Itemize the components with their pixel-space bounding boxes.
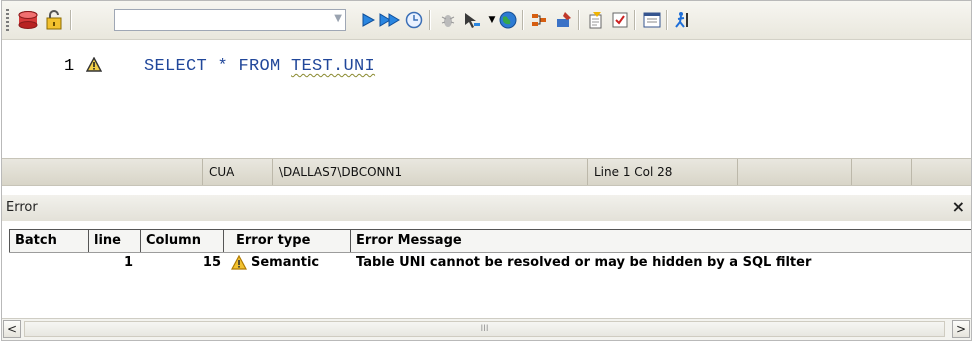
scroll-left-button[interactable]: < bbox=[3, 320, 21, 338]
tool-icon[interactable] bbox=[552, 8, 576, 32]
debug-icon[interactable] bbox=[436, 8, 460, 32]
table-row[interactable]: 1 15 Semantic Table UNI cannot be resolv… bbox=[9, 252, 971, 274]
database-icon[interactable] bbox=[16, 8, 40, 32]
horizontal-scrollbar[interactable]: < III > bbox=[2, 318, 971, 340]
error-token: TEST.UNI bbox=[291, 57, 376, 76]
column-header-batch[interactable]: Batch bbox=[9, 230, 89, 252]
toolbar-grip[interactable] bbox=[6, 9, 9, 31]
code-text: SELECT * FROM bbox=[144, 57, 292, 76]
lock-icon[interactable] bbox=[42, 8, 66, 32]
column-header-column[interactable]: Column bbox=[141, 230, 224, 252]
scroll-right-button[interactable]: > bbox=[952, 320, 970, 338]
cell-batch bbox=[9, 252, 85, 274]
run-icon[interactable] bbox=[670, 8, 694, 32]
edit-icon[interactable] bbox=[584, 8, 608, 32]
status-cursor-position: Line 1 Col 28 bbox=[588, 159, 738, 185]
cell-line: 1 bbox=[123, 255, 133, 270]
execute-all-icon[interactable] bbox=[378, 8, 402, 32]
column-header-line[interactable]: line bbox=[89, 230, 141, 252]
column-header-error-type[interactable]: Error type bbox=[224, 230, 351, 252]
line-number: 1 bbox=[64, 57, 75, 76]
toolbar-separator bbox=[634, 10, 636, 30]
status-cell-empty bbox=[2, 159, 203, 185]
window-icon[interactable] bbox=[640, 8, 664, 32]
sql-editor-window: ▼ ▼ 1 SELECT * FROM TEST.UNI CUA \DALLAS… bbox=[1, 0, 972, 341]
warning-icon bbox=[85, 56, 103, 75]
toolbar-separator bbox=[666, 10, 668, 30]
error-grid: Batch line Column Error type Error Messa… bbox=[9, 229, 971, 291]
scrollbar-thumb[interactable]: III bbox=[24, 321, 945, 337]
status-cell-empty bbox=[852, 159, 912, 185]
toolbar-separator bbox=[70, 10, 72, 30]
status-bar: CUA \DALLAS7\DBCONN1 Line 1 Col 28 bbox=[2, 158, 971, 186]
toolbar-separator bbox=[429, 10, 431, 30]
column-header-error-message[interactable]: Error Message bbox=[351, 230, 971, 252]
sql-code-line[interactable]: SELECT * FROM TEST.UNI bbox=[144, 57, 375, 76]
sql-editor[interactable]: 1 SELECT * FROM TEST.UNI bbox=[2, 40, 971, 158]
error-panel-title: Error bbox=[6, 200, 38, 215]
close-icon[interactable]: × bbox=[952, 197, 965, 216]
status-connection: \DALLAS7\DBCONN1 bbox=[273, 159, 588, 185]
connection-combo[interactable]: ▼ bbox=[114, 9, 346, 31]
cell-error-message: Table UNI cannot be resolved or may be h… bbox=[356, 255, 812, 270]
chevron-down-icon[interactable]: ▼ bbox=[334, 13, 342, 24]
execute-icon[interactable] bbox=[356, 8, 380, 32]
toolbar: ▼ ▼ bbox=[2, 1, 971, 40]
warning-icon bbox=[230, 254, 248, 271]
status-cell-empty bbox=[738, 159, 852, 185]
cell-column: 15 bbox=[202, 255, 221, 270]
error-panel-header: Error × bbox=[2, 195, 971, 221]
check-icon[interactable] bbox=[608, 8, 632, 32]
toolbar-separator bbox=[522, 10, 524, 30]
explain-icon[interactable] bbox=[528, 8, 552, 32]
globe-icon[interactable] bbox=[496, 8, 520, 32]
toolbar-separator bbox=[578, 10, 580, 30]
cell-error-type: Semantic bbox=[251, 255, 320, 270]
status-schema: CUA bbox=[203, 159, 273, 185]
clock-icon[interactable] bbox=[402, 8, 426, 32]
error-grid-header: Batch line Column Error type Error Messa… bbox=[9, 229, 971, 253]
